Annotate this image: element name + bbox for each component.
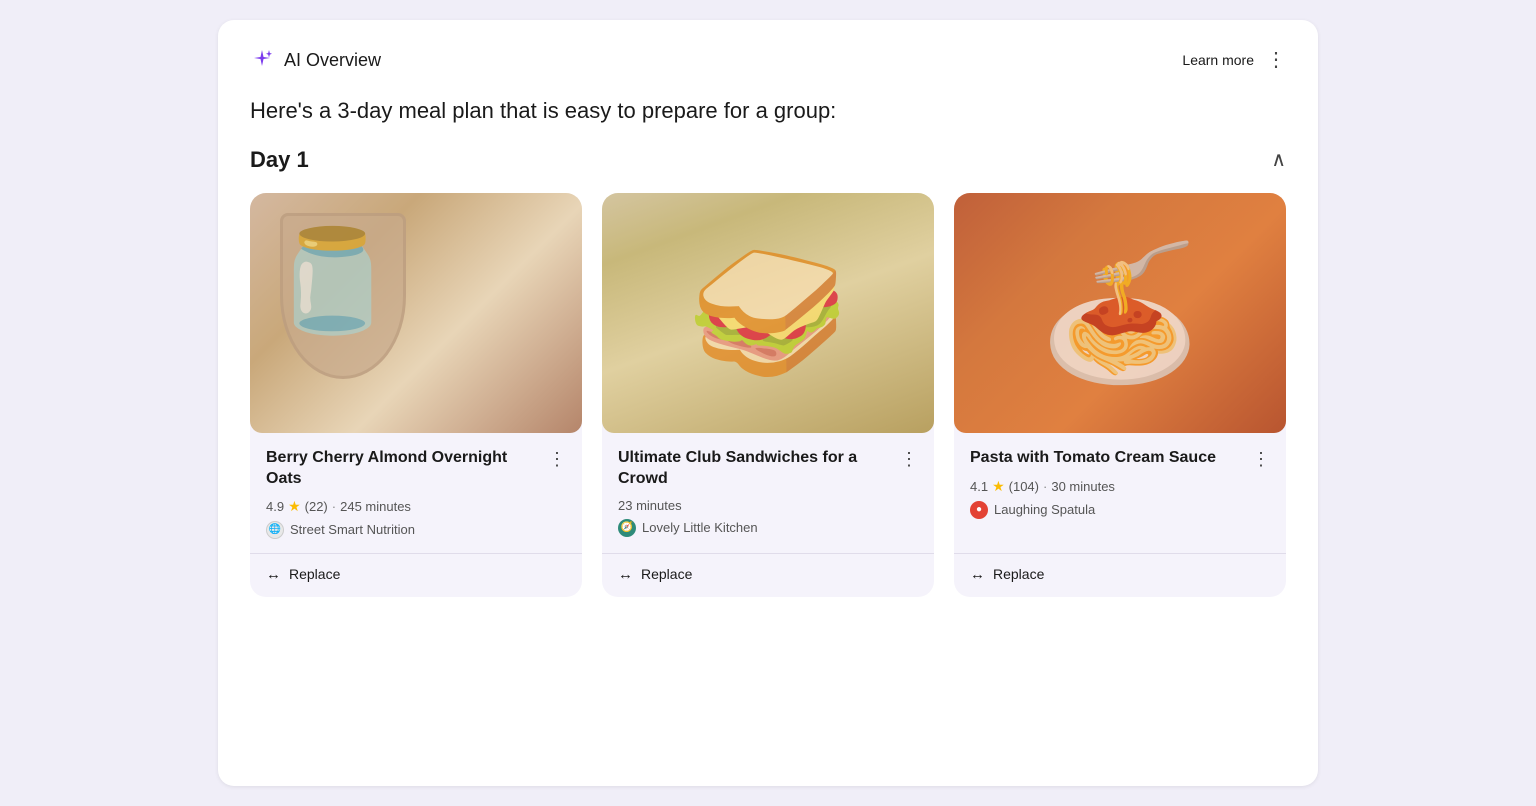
card-review-count-3: (104) [1009, 479, 1039, 494]
source-name-1: Street Smart Nutrition [290, 522, 415, 537]
replace-label-1: Replace [289, 566, 340, 582]
card-meta-3: 4.1 ★ (104) · 30 minutes [970, 478, 1270, 495]
card-title-row-3: Pasta with Tomato Cream Sauce ⋮ [970, 447, 1270, 470]
card-title-row-2: Ultimate Club Sandwiches for a Crowd ⋮ [618, 447, 918, 490]
replace-label-3: Replace [993, 566, 1044, 582]
header-left: AI Overview [250, 48, 381, 72]
recipe-cards-grid: Berry Cherry Almond Overnight Oats ⋮ 4.9… [250, 193, 1286, 597]
recipe-card-1[interactable]: Berry Cherry Almond Overnight Oats ⋮ 4.9… [250, 193, 582, 597]
day-header: Day 1 ∧ [250, 147, 1286, 173]
card-source-2: 🧭 Lovely Little Kitchen [618, 519, 918, 537]
ai-sparkle-icon [250, 48, 274, 72]
card-body-2: Ultimate Club Sandwiches for a Crowd ⋮ 2… [602, 433, 934, 553]
more-options-icon[interactable]: ⋮ [1266, 50, 1286, 70]
recipe-card-2[interactable]: Ultimate Club Sandwiches for a Crowd ⋮ 2… [602, 193, 934, 597]
ai-overview-panel: AI Overview Learn more ⋮ Here's a 3-day … [218, 20, 1318, 786]
replace-button-1[interactable]: ↔ Replace [266, 566, 340, 583]
replace-button-3[interactable]: ↔ Replace [970, 566, 1044, 583]
dot-3: · [1043, 479, 1047, 494]
card-title-3: Pasta with Tomato Cream Sauce [970, 447, 1244, 469]
card-footer-1: ↔ Replace [250, 554, 582, 597]
card-meta-2: 23 minutes [618, 498, 918, 513]
source-name-3: Laughing Spatula [994, 502, 1095, 517]
header: AI Overview Learn more ⋮ [250, 48, 1286, 72]
source-name-2: Lovely Little Kitchen [642, 520, 758, 535]
source-icon-1: 🌐 [266, 521, 284, 539]
replace-button-2[interactable]: ↔ Replace [618, 566, 692, 583]
card-menu-icon-1[interactable]: ⋮ [548, 447, 566, 470]
card-body-3: Pasta with Tomato Cream Sauce ⋮ 4.1 ★ (1… [954, 433, 1286, 553]
card-title-2: Ultimate Club Sandwiches for a Crowd [618, 447, 892, 490]
replace-icon-3: ↔ [970, 566, 985, 583]
card-time-1: 245 minutes [340, 499, 411, 514]
card-title-1: Berry Cherry Almond Overnight Oats [266, 447, 540, 490]
day-title: Day 1 [250, 147, 309, 173]
card-review-count-1: (22) [305, 499, 328, 514]
card-body-1: Berry Cherry Almond Overnight Oats ⋮ 4.9… [250, 433, 582, 553]
source-icon-3: ● [970, 501, 988, 519]
recipe-image-sandwich [602, 193, 934, 433]
card-menu-icon-3[interactable]: ⋮ [1252, 447, 1270, 470]
card-footer-3: ↔ Replace [954, 554, 1286, 597]
header-right: Learn more ⋮ [1182, 50, 1286, 70]
replace-label-2: Replace [641, 566, 692, 582]
card-time-3: 30 minutes [1051, 479, 1115, 494]
intro-text: Here's a 3-day meal plan that is easy to… [250, 96, 1286, 127]
ai-overview-title: AI Overview [284, 50, 381, 71]
replace-icon-2: ↔ [618, 566, 633, 583]
card-rating-1: 4.9 [266, 499, 284, 514]
collapse-day-icon[interactable]: ∧ [1271, 147, 1286, 172]
replace-icon-1: ↔ [266, 566, 281, 583]
star-icon-1: ★ [288, 498, 301, 515]
card-source-1: 🌐 Street Smart Nutrition [266, 521, 566, 539]
card-footer-2: ↔ Replace [602, 554, 934, 597]
learn-more-link[interactable]: Learn more [1182, 52, 1254, 68]
star-icon-3: ★ [992, 478, 1005, 495]
card-time-2: 23 minutes [618, 498, 682, 513]
card-rating-3: 4.1 [970, 479, 988, 494]
recipe-card-3[interactable]: Pasta with Tomato Cream Sauce ⋮ 4.1 ★ (1… [954, 193, 1286, 597]
card-meta-1: 4.9 ★ (22) · 245 minutes [266, 498, 566, 515]
card-title-row-1: Berry Cherry Almond Overnight Oats ⋮ [266, 447, 566, 490]
card-source-3: ● Laughing Spatula [970, 501, 1270, 519]
recipe-image-pasta [954, 193, 1286, 433]
source-icon-2: 🧭 [618, 519, 636, 537]
card-menu-icon-2[interactable]: ⋮ [900, 447, 918, 470]
recipe-image-oats [250, 193, 582, 433]
dot-1: · [332, 499, 336, 514]
